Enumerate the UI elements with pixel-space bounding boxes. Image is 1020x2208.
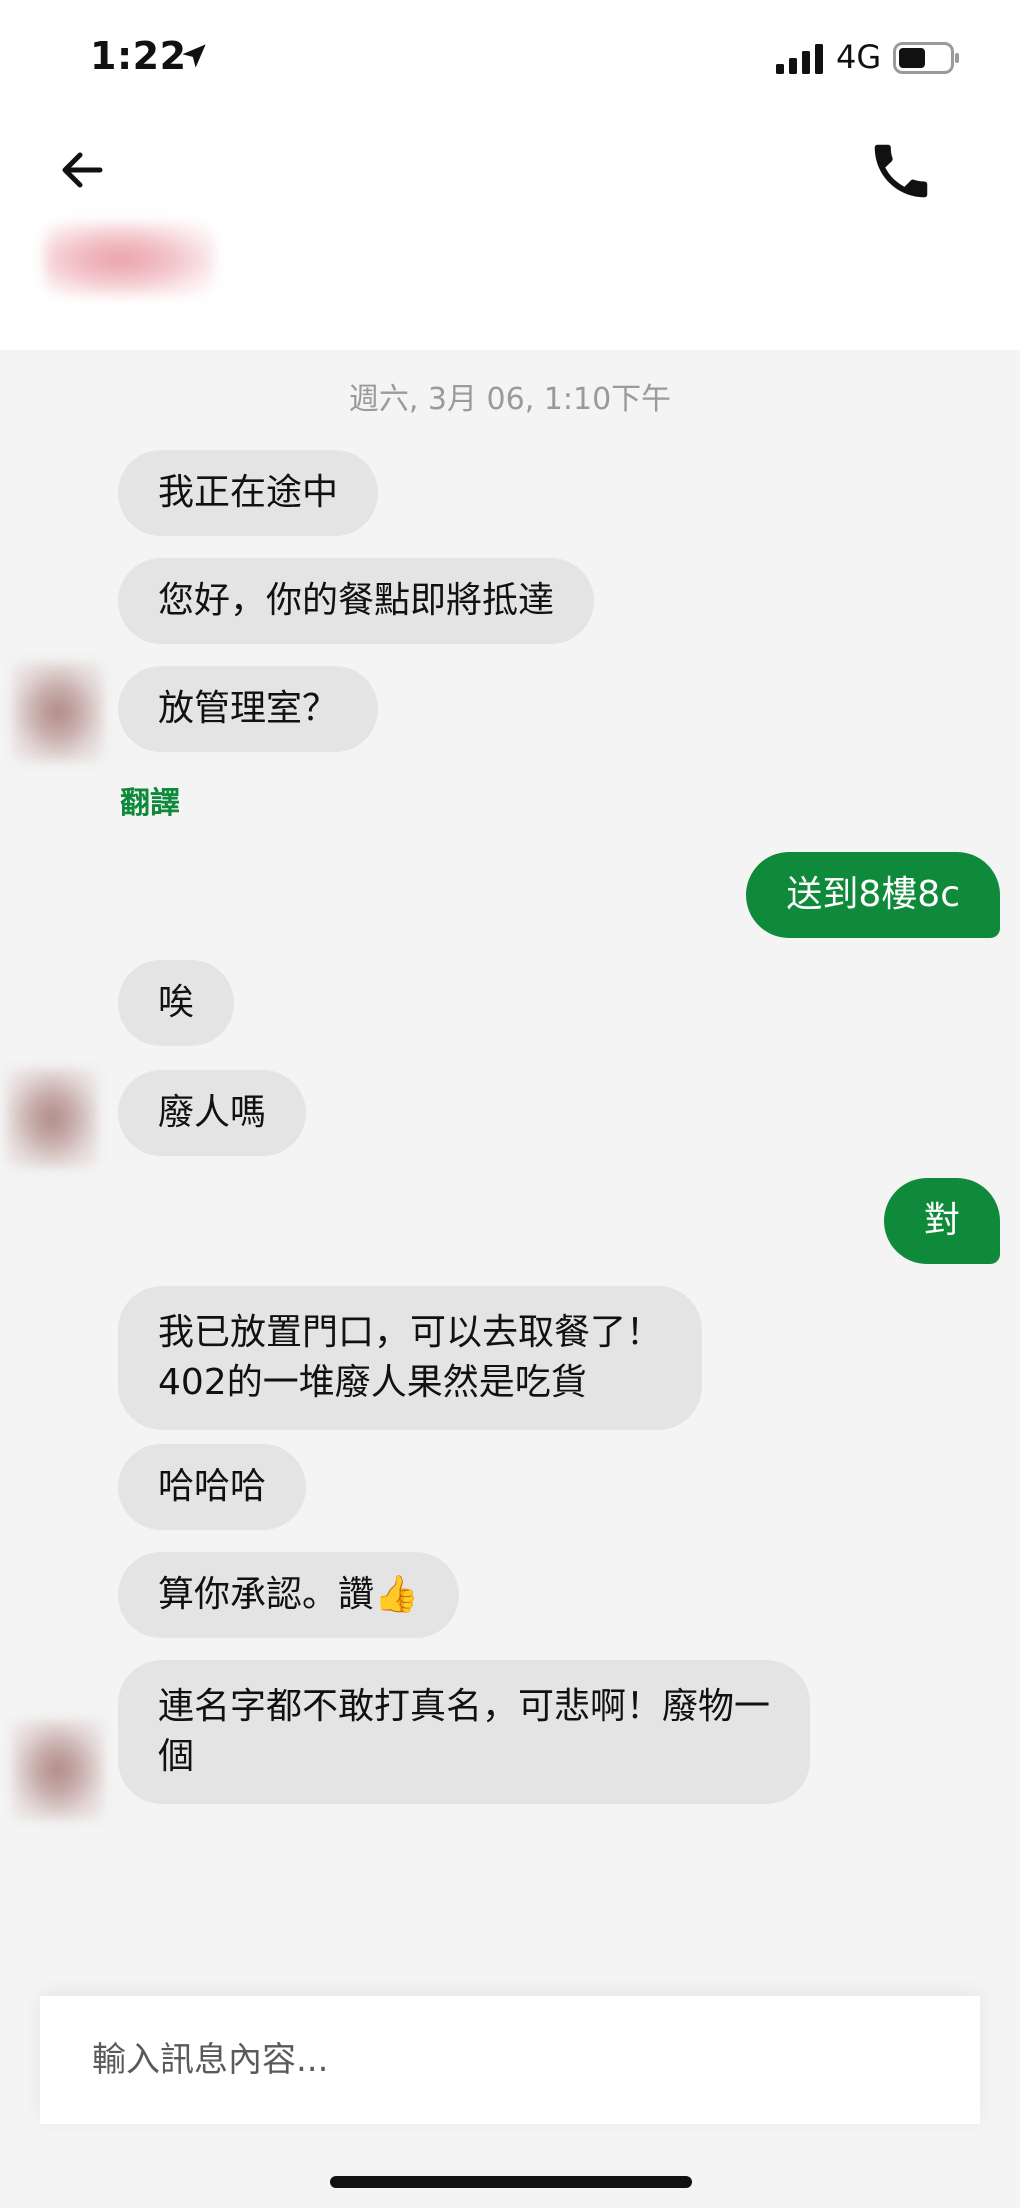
message-text-line: 連名字都不敢打真名，可悲啊！廢物一 <box>158 1686 771 1727</box>
signal-icon <box>776 44 823 74</box>
battery-icon <box>893 42 959 74</box>
incoming-message[interactable]: 廢人嗎 <box>118 1070 307 1156</box>
contact-name-blurred <box>44 222 214 296</box>
message-text: 唉 <box>158 982 195 1023</box>
sender-avatar[interactable] <box>12 1720 104 1820</box>
chat-timestamp: 週六, 3月 06, 1:10下午 <box>348 382 672 417</box>
back-button[interactable] <box>52 140 112 200</box>
message-text: 送到8樓8c <box>786 874 960 915</box>
network-type: 4G <box>836 38 882 76</box>
phone-icon <box>874 144 928 198</box>
message-text: 放管理室？ <box>158 688 339 729</box>
sender-avatar[interactable] <box>6 1068 98 1168</box>
message-text: 哈哈哈 <box>158 1466 267 1507</box>
incoming-message[interactable]: 唉 <box>118 960 235 1046</box>
sender-avatar[interactable] <box>12 662 104 762</box>
incoming-message[interactable]: 哈哈哈 <box>118 1444 307 1530</box>
message-input[interactable] <box>92 2030 932 2090</box>
message-text: 對 <box>923 1200 960 1241</box>
message-text-line: 個 <box>158 1736 195 1777</box>
incoming-message[interactable]: 算你承認。讚👍 <box>118 1552 459 1638</box>
incoming-message[interactable]: 連名字都不敢打真名，可悲啊！廢物一 個 <box>118 1660 811 1804</box>
location-arrow-icon <box>182 44 206 68</box>
message-text-line: 402的一堆廢人果然是吃貨 <box>158 1362 587 1403</box>
status-time: 1:22 <box>90 34 187 78</box>
incoming-message[interactable]: 我正在途中 <box>118 450 379 536</box>
message-text: 廢人嗎 <box>158 1092 267 1133</box>
outgoing-message[interactable]: 送到8樓8c <box>746 852 1000 938</box>
incoming-message[interactable]: 您好，你的餐點即將抵達 <box>118 558 595 644</box>
incoming-message[interactable]: 放管理室？ <box>118 666 379 752</box>
outgoing-message[interactable]: 對 <box>883 1178 1000 1264</box>
message-composer <box>40 1996 980 2124</box>
message-text-line: 我已放置門口，可以去取餐了！ <box>158 1312 663 1353</box>
arrow-left-icon <box>62 152 103 188</box>
message-text: 您好，你的餐點即將抵達 <box>158 580 555 621</box>
call-button[interactable] <box>866 136 936 206</box>
message-text: 算你承認。讚👍 <box>158 1574 419 1615</box>
incoming-message[interactable]: 我已放置門口，可以去取餐了！ 402的一堆廢人果然是吃貨 <box>118 1286 703 1430</box>
translate-link[interactable]: 翻譯 <box>120 778 180 822</box>
message-text: 我正在途中 <box>158 472 339 513</box>
home-indicator[interactable] <box>330 2176 692 2188</box>
top-header: 1:22 4G <box>0 0 1020 350</box>
status-bar: 1:22 4G <box>0 0 1020 110</box>
